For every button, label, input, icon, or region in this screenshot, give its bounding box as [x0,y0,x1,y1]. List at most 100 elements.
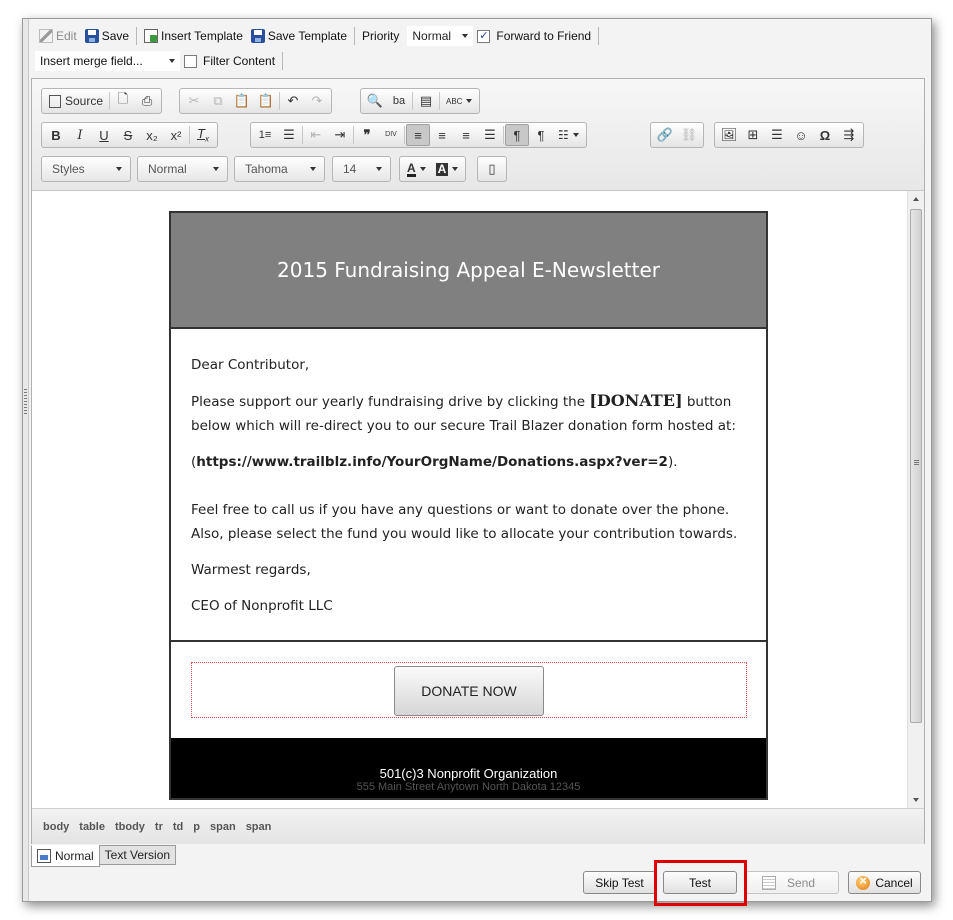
forward-checkbox[interactable]: ✓ [477,29,491,43]
content-vertical-scrollbar[interactable] [907,191,924,808]
filter-checkbox[interactable] [184,54,197,68]
path-span-inner[interactable]: span [245,821,273,833]
newsletter-body[interactable]: Dear Contributor, Please support our yea… [171,329,766,642]
tab-normal[interactable]: Normal [31,845,100,867]
strikethrough-icon: S [123,127,133,143]
outdent-button[interactable]: ⇤ [304,124,328,146]
edit-button[interactable]: Edit [35,26,81,46]
scrollbar-thumb[interactable] [910,209,922,723]
italic-button[interactable]: I [68,124,92,146]
format-dropdown[interactable]: Normal [137,156,228,182]
donate-now-button[interactable]: DONATE NOW [394,666,544,716]
toolbar-divider [282,52,284,70]
path-tbody[interactable]: tbody [114,821,146,833]
scissors-icon: ✂ [188,93,200,108]
donation-url[interactable]: https://www.trailblz.info/YourOrgName/Do… [196,454,668,470]
tab-text-version[interactable]: Text Version [98,845,177,865]
print-button[interactable]: ⎙ [135,90,159,112]
rtl-button[interactable]: ¶ [529,124,553,146]
image-button[interactable]: 🖼 [717,124,741,146]
cancel-button[interactable]: Cancel [848,871,921,894]
insert-merge-field-select[interactable]: Insert merge field... [35,51,180,71]
preview-button[interactable]: 🗋 [111,90,135,112]
panel-splitter[interactable] [23,19,29,901]
source-button[interactable]: Source [44,90,108,112]
styles-dropdown[interactable]: Styles [41,156,131,182]
paste-text-button[interactable]: 📋 [254,90,278,112]
background-color-button[interactable]: A [431,158,464,180]
horizontal-rule-button[interactable]: ☰ [765,124,789,146]
select-all-button[interactable]: ▤ [414,90,438,112]
align-right-button[interactable]: ≡ [454,124,478,146]
page-break-button[interactable]: ⇶ [837,124,861,146]
redo-icon: ↷ [311,93,323,108]
spellcheck-button[interactable]: ABC [441,90,477,112]
test-button[interactable]: Test [663,871,737,894]
path-td[interactable]: td [172,821,184,833]
underline-button[interactable]: U [92,124,116,146]
chevron-down-icon [376,167,382,171]
indent-button[interactable]: ⇥ [328,124,352,146]
align-left-button[interactable]: ≡ [406,124,430,146]
scroll-up-icon[interactable] [913,197,919,201]
path-tr[interactable]: tr [154,821,164,833]
send-button[interactable]: Send [744,871,839,894]
smiley-button[interactable]: ☺ [789,124,813,146]
scroll-down-icon[interactable] [913,798,919,802]
path-p[interactable]: p [192,821,201,833]
justify-button[interactable]: ☰ [478,124,502,146]
align-center-button[interactable]: ≡ [430,124,454,146]
find-button[interactable]: 🔍 [363,90,387,112]
subscript-button[interactable]: x₂ [140,124,164,146]
strikethrough-button[interactable]: S [116,124,140,146]
action-buttons: Skip Test Test Send Cancel [583,871,923,895]
editor-content-area[interactable]: 2015 Fundraising Appeal E-Newsletter Dea… [32,191,908,808]
special-char-button[interactable]: Ω [813,124,837,146]
language-button[interactable]: ☷ [553,124,584,146]
superscript-button[interactable]: x² [164,124,188,146]
filter-content-toggle[interactable]: Filter Content [180,51,279,71]
skip-test-button[interactable]: Skip Test [583,871,656,894]
group-divider [279,92,280,110]
italic-icon: I [77,127,83,143]
bold-button[interactable]: B [44,124,68,146]
blockquote-button[interactable]: ❞ [355,124,379,146]
create-div-button[interactable]: DIV [379,124,403,146]
save-button[interactable]: Save [81,26,133,46]
splitter-grip[interactable] [24,389,27,415]
insert-template-button[interactable]: Insert Template [140,26,247,46]
replace-button[interactable]: ba [387,90,411,112]
merge-field-value: Insert merge field... [40,54,143,68]
show-blocks-button[interactable]: ▯ [480,158,504,180]
ltr-button[interactable]: ¶ [505,124,529,146]
remove-format-button[interactable]: Tx [191,124,215,146]
outdent-icon: ⇤ [310,127,322,142]
text-color-button[interactable]: A [402,158,431,180]
undo-button[interactable]: ↶ [281,90,305,112]
smiley-icon: ☺ [794,127,808,143]
table-icon: ⊞ [747,127,759,142]
link-button[interactable]: 🔗 [653,124,677,146]
copy-button[interactable]: ⧉ [206,90,230,112]
unlink-button[interactable]: ⛓ [677,124,701,146]
bulleted-list-button[interactable]: ☰ [277,124,301,146]
editor-toolbar: Source 🗋 ⎙ ✂ ⧉ 📋 📋 ↶ ↷ 🔍 ba ▤ ABC B I U … [32,79,924,191]
page-break-icon: ⇶ [843,127,855,142]
paste-button[interactable]: 📋 [230,90,254,112]
omega-icon: Ω [819,127,831,143]
redo-button[interactable]: ↷ [305,90,329,112]
forward-to-friend-toggle[interactable]: ✓ Forward to Friend [473,26,595,46]
cancel-icon [856,873,871,890]
font-dropdown[interactable]: Tahoma [234,156,325,182]
cut-button[interactable]: ✂ [182,90,206,112]
spellcheck-icon: ABC [446,96,463,106]
path-body[interactable]: body [42,821,70,833]
font-size-dropdown[interactable]: 14 [332,156,391,182]
links-group: 🔗 ⛓ [650,122,704,148]
priority-select[interactable]: Normal [407,26,474,46]
path-table[interactable]: table [78,821,106,833]
numbered-list-button[interactable]: 1≡ [253,124,277,146]
table-button[interactable]: ⊞ [741,124,765,146]
path-span[interactable]: span [209,821,237,833]
save-template-button[interactable]: Save Template [247,26,351,46]
